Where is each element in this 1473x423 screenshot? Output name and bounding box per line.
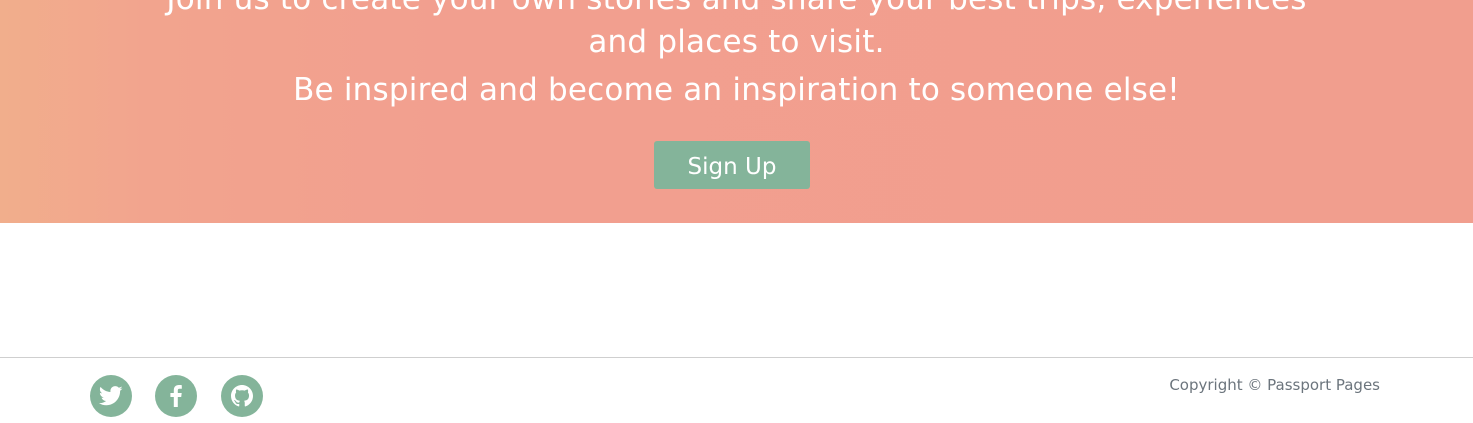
hero-text-line-2: and places to visit. (588, 24, 885, 60)
hero-tagline: Be inspired and become an inspiration to… (293, 72, 1180, 108)
github-link[interactable] (221, 375, 263, 417)
footer-divider (0, 357, 1473, 358)
copyright-text: Copyright © Passport Pages (1169, 376, 1380, 394)
twitter-link[interactable] (90, 375, 132, 417)
facebook-icon (170, 385, 182, 407)
facebook-link[interactable] (155, 375, 197, 417)
github-icon (231, 385, 253, 407)
hero-text-line-1: Join us to create your own stories and s… (0, 0, 1473, 17)
twitter-icon (99, 386, 123, 406)
sign-up-button[interactable]: Sign Up (654, 141, 810, 189)
signup-hero-section: Join us to create your own stories and s… (0, 0, 1473, 223)
